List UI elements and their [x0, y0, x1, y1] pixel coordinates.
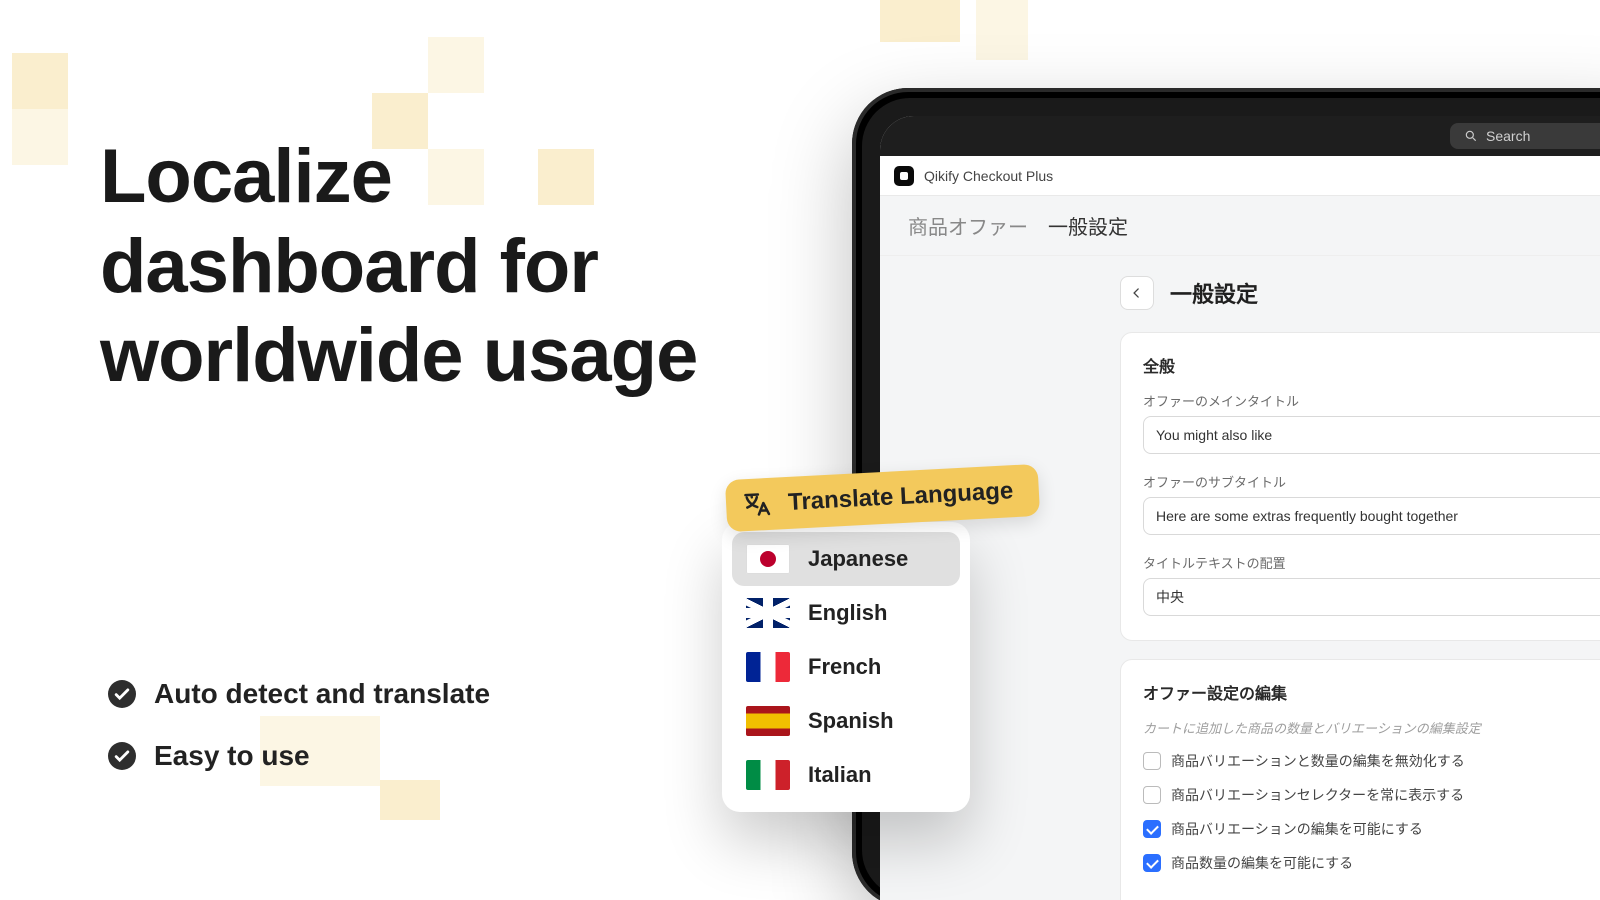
hero-headline: Localize dashboard for worldwide usage — [100, 132, 720, 401]
general-settings-card: 全般 オファーのメインタイトル オファーのサブタイトル タイトルテキストの配置 — [1120, 332, 1600, 641]
feature-item: Auto detect and translate — [108, 678, 490, 710]
check-circle-icon — [108, 742, 136, 770]
card-hint: カートに追加した商品の数量とバリエーションの編集設定 — [1143, 718, 1600, 737]
language-label: Italian — [808, 762, 872, 788]
back-button[interactable] — [1120, 276, 1154, 310]
checkbox-row[interactable]: 商品バリエーションセレクターを常に表示する — [1143, 785, 1600, 805]
title-alignment-select[interactable] — [1143, 578, 1600, 616]
language-label: Spanish — [808, 708, 894, 734]
flag-jp-icon — [746, 544, 790, 574]
breadcrumb-parent[interactable]: 商品オファー — [908, 211, 1028, 240]
translate-icon — [741, 489, 773, 521]
checkbox[interactable] — [1143, 786, 1161, 804]
flag-uk-icon — [746, 598, 790, 628]
arrow-left-icon — [1130, 286, 1144, 300]
feature-label: Auto detect and translate — [154, 678, 490, 710]
field-label: オファーのメインタイトル — [1143, 391, 1600, 410]
flag-fr-icon — [746, 652, 790, 682]
offer-sub-title-input[interactable] — [1143, 497, 1600, 535]
checkbox-row[interactable]: 商品数量の編集を可能にする — [1143, 853, 1600, 873]
search-placeholder: Search — [1486, 128, 1530, 144]
language-option-es[interactable]: Spanish — [732, 694, 960, 748]
flag-it-icon — [746, 760, 790, 790]
page-title: 一般設定 — [1170, 277, 1258, 309]
checkbox-label: 商品バリエーションの編集を可能にする — [1171, 819, 1423, 839]
top-bar: Search — [880, 116, 1600, 156]
checkbox-label: 商品バリエーションセレクターを常に表示する — [1171, 785, 1464, 805]
language-picker: Japanese English French Spanish Italian — [722, 522, 970, 812]
language-label: Japanese — [808, 546, 908, 572]
app-icon — [894, 166, 914, 186]
feature-list: Auto detect and translate Easy to use — [108, 678, 490, 802]
card-heading: 全般 — [1143, 353, 1600, 377]
checkbox[interactable] — [1143, 752, 1161, 770]
checkbox-label: 商品数量の編集を可能にする — [1171, 853, 1353, 873]
translate-pill-label: Translate Language — [787, 477, 1014, 516]
checkbox[interactable] — [1143, 854, 1161, 872]
app-title: Qikify Checkout Plus — [924, 168, 1053, 184]
breadcrumb-current: 一般設定 — [1048, 211, 1128, 240]
offer-main-title-input[interactable] — [1143, 416, 1600, 454]
checkbox-row[interactable]: 商品バリエーションの編集を可能にする — [1143, 819, 1600, 839]
checkbox-row[interactable]: 商品バリエーションと数量の編集を無効化する — [1143, 751, 1600, 771]
language-option-uk[interactable]: English — [732, 586, 960, 640]
app-bar: Qikify Checkout Plus — [880, 156, 1600, 196]
checkbox-label: 商品バリエーションと数量の編集を無効化する — [1171, 751, 1465, 771]
card-heading: オファー設定の編集 — [1143, 680, 1600, 704]
language-option-jp[interactable]: Japanese — [732, 532, 960, 586]
edit-offer-card: オファー設定の編集 カートに追加した商品の数量とバリエーションの編集設定 商品バ… — [1120, 659, 1600, 900]
language-option-it[interactable]: Italian — [732, 748, 960, 802]
search-input[interactable]: Search — [1450, 123, 1600, 149]
field-label: オファーのサブタイトル — [1143, 472, 1600, 491]
field-label: タイトルテキストの配置 — [1143, 553, 1600, 572]
flag-es-icon — [746, 706, 790, 736]
breadcrumb: 商品オファー 一般設定 — [880, 196, 1600, 256]
language-option-fr[interactable]: French — [732, 640, 960, 694]
feature-item: Easy to use — [108, 740, 490, 772]
language-label: English — [808, 600, 887, 626]
search-icon — [1464, 129, 1478, 143]
feature-label: Easy to use — [154, 740, 310, 772]
checkbox[interactable] — [1143, 820, 1161, 838]
language-label: French — [808, 654, 881, 680]
check-circle-icon — [108, 680, 136, 708]
